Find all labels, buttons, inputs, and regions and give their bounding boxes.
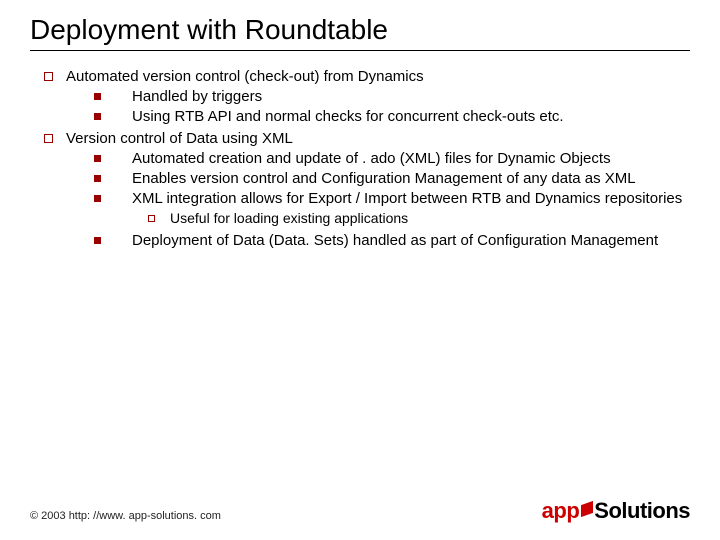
bullet-text: XML integration allows for Export / Impo… xyxy=(132,190,682,207)
bullet-text: Handled by triggers xyxy=(132,88,262,105)
bullet-text: Using RTB API and normal checks for conc… xyxy=(132,108,564,125)
copyright-text: © 2003 http: //www. app-solutions. com xyxy=(30,510,221,522)
bullet-text: Useful for loading existing applications xyxy=(170,210,408,226)
bullet-l2: XML integration allows for Export / Impo… xyxy=(132,189,690,228)
bullet-l3: Useful for loading existing applications xyxy=(170,210,690,228)
bullet-text: Automated creation and update of . ado (… xyxy=(132,150,611,167)
slide-footer: © 2003 http: //www. app-solutions. com a… xyxy=(30,500,690,522)
logo-cube-icon xyxy=(581,501,593,517)
bullet-l2: Handled by triggers xyxy=(132,87,690,106)
bullet-text: Version control of Data using XML xyxy=(66,130,293,147)
logo-left-text: app xyxy=(542,500,580,522)
bullet-l2: Deployment of Data (Data. Sets) handled … xyxy=(132,231,690,250)
logo-right-text: Solutions xyxy=(594,500,690,522)
bullet-text: Enables version control and Configuratio… xyxy=(132,170,636,187)
bullet-text: Deployment of Data (Data. Sets) handled … xyxy=(132,232,658,249)
bullet-l1: Version control of Data using XML Automa… xyxy=(66,129,690,251)
bullet-l2: Using RTB API and normal checks for conc… xyxy=(132,107,690,126)
slide-body: Automated version control (check-out) fr… xyxy=(30,67,690,250)
bullet-text: Automated version control (check-out) fr… xyxy=(66,68,424,85)
title-rule xyxy=(30,50,690,51)
bullet-l2: Automated creation and update of . ado (… xyxy=(132,149,690,168)
brand-logo: app Solutions xyxy=(542,500,690,522)
bullet-l2: Enables version control and Configuratio… xyxy=(132,169,690,188)
bullet-l1: Automated version control (check-out) fr… xyxy=(66,67,690,127)
slide-title: Deployment with Roundtable xyxy=(30,14,690,46)
